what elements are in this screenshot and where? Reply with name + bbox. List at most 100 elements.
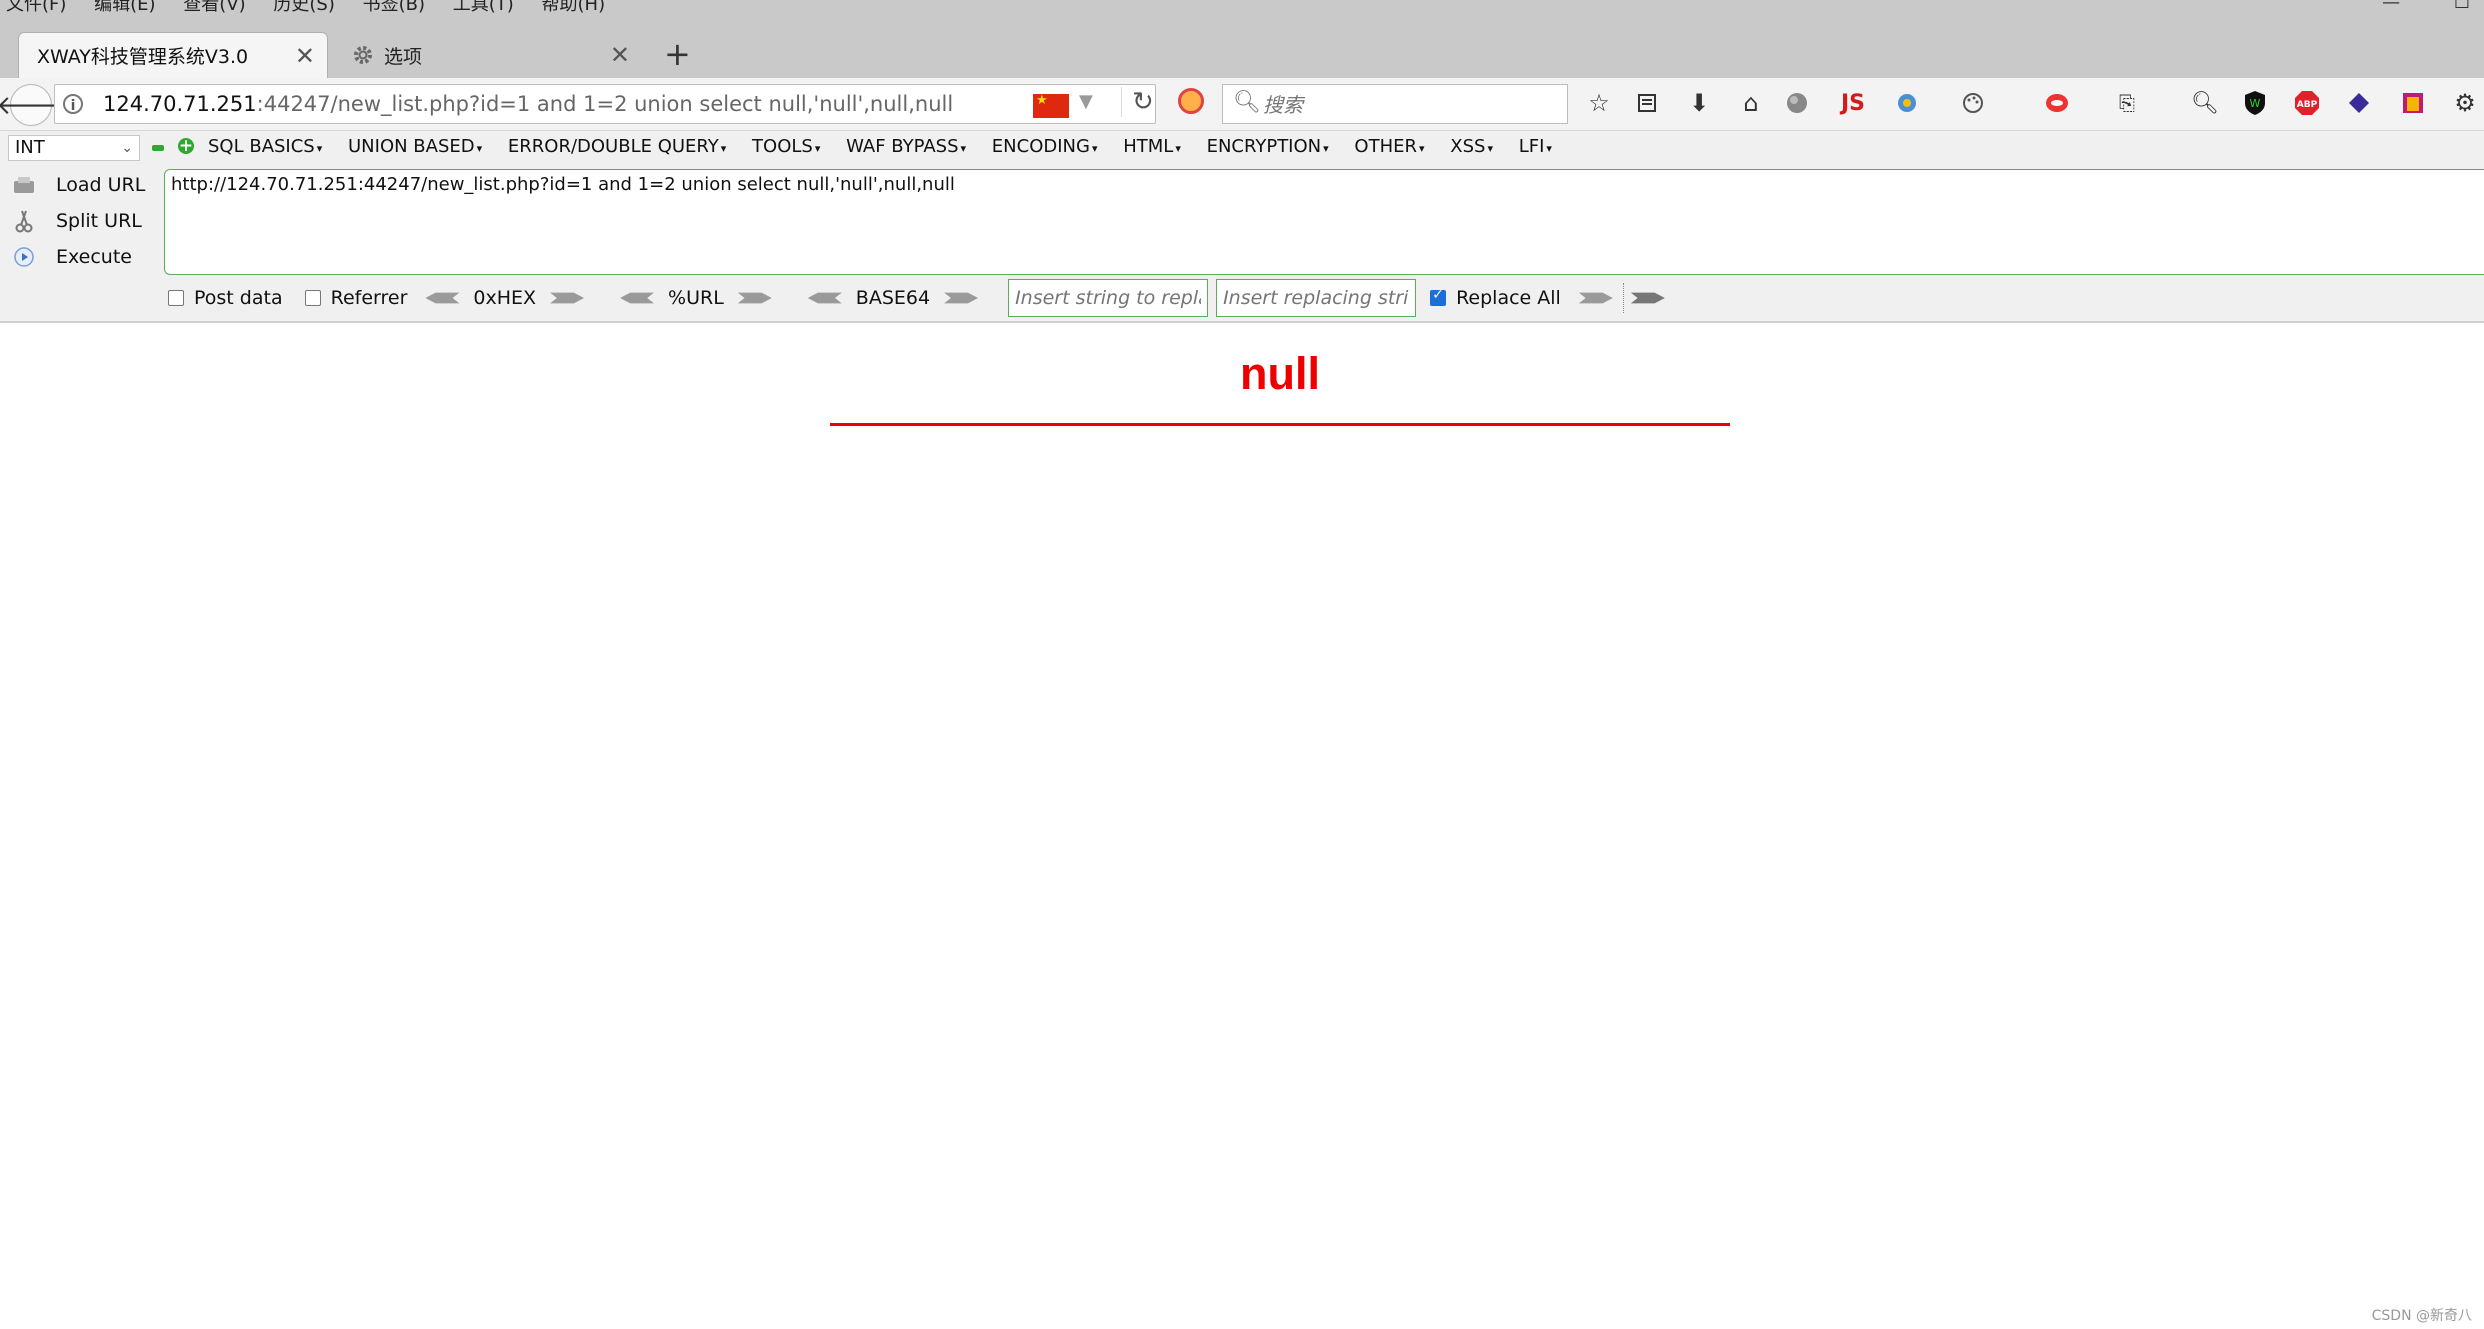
menu-tools[interactable]: TOOLS — [752, 136, 820, 157]
search-input[interactable] — [1261, 91, 1555, 119]
url-text[interactable]: 124.70.71.251:44247/new_list.php?id=1 an… — [103, 92, 953, 116]
menu-history[interactable]: 历史(S) — [273, 0, 334, 15]
hackbar-menu: SQL BASICS UNION BASED ERROR/DOUBLE QUER… — [208, 136, 1572, 157]
separator — [1622, 283, 1625, 313]
home-icon[interactable]: ⌂ — [1736, 88, 1766, 118]
menu-lfi[interactable]: LFI — [1519, 136, 1552, 157]
menu-html[interactable]: HTML — [1123, 136, 1181, 157]
screenshot-icon[interactable]: ⎘ — [2112, 88, 2142, 118]
palette-icon[interactable] — [1958, 88, 1988, 118]
reading-list-icon[interactable] — [1632, 88, 1662, 118]
split-url-label: Split URL — [56, 210, 142, 232]
hex-encoder: 0xHEX — [425, 287, 585, 309]
encode-hex-arrow-icon[interactable] — [550, 292, 585, 304]
replace-arrow-icon[interactable] — [1578, 292, 1613, 304]
title-underline — [830, 423, 1730, 426]
zoom-icon[interactable]: 🔍︎ — [2190, 88, 2220, 118]
hex-label: 0xHEX — [473, 287, 537, 309]
load-url-icon — [12, 173, 36, 197]
close-icon[interactable]: ✕ — [610, 41, 630, 69]
decode-hex-arrow-icon[interactable] — [425, 292, 460, 304]
colorzilla-icon[interactable] — [2042, 88, 2072, 118]
tab-options[interactable]: 选项 ✕ — [342, 32, 642, 78]
address-bar[interactable]: i 124.70.71.251:44247/new_list.php?id=1 … — [54, 84, 1156, 124]
encode-url-arrow-icon[interactable] — [737, 292, 772, 304]
execute-label: Execute — [56, 246, 132, 268]
menu-view[interactable]: 查看(V) — [183, 0, 245, 15]
minimize-button[interactable]: — — [2382, 0, 2400, 13]
post-data-checkbox[interactable] — [168, 290, 184, 306]
replace-all-checkbox[interactable] — [1430, 287, 1447, 306]
star-icon[interactable]: ☆ — [1584, 88, 1614, 118]
download-icon[interactable]: ⬇ — [1684, 88, 1714, 118]
execute-button[interactable]: Execute — [12, 241, 132, 273]
menu-xss[interactable]: XSS — [1450, 136, 1493, 157]
svg-text:W: W — [2250, 97, 2261, 110]
replace-next-arrow-icon[interactable] — [1630, 292, 1665, 304]
menu-error-double-query[interactable]: ERROR/DOUBLE QUERY — [508, 136, 726, 157]
cube-icon[interactable] — [2344, 88, 2374, 118]
menu-edit[interactable]: 编辑(E) — [94, 0, 155, 15]
referrer-label: Referrer — [330, 287, 408, 309]
menu-encryption[interactable]: ENCRYPTION — [1207, 136, 1329, 157]
menu-file[interactable]: 文件(F) — [6, 0, 66, 15]
tab-strip: 文件(F) 编辑(E) 查看(V) 历史(S) 书签(B) 工具(T) 帮助(H… — [0, 0, 2484, 78]
replacing-string-input[interactable] — [1216, 279, 1417, 317]
decrease-icon[interactable] — [152, 145, 164, 151]
adblock-icon[interactable]: ABP — [2292, 88, 2322, 118]
decode-base64-arrow-icon[interactable] — [807, 292, 842, 304]
menu-other[interactable]: OTHER — [1354, 136, 1424, 157]
menu-help[interactable]: 帮助(H) — [542, 0, 606, 15]
base64-encoder: BASE64 — [807, 287, 979, 309]
info-icon[interactable]: i — [63, 94, 83, 114]
play-icon — [12, 245, 36, 269]
increase-icon[interactable]: + — [178, 138, 194, 155]
split-url-button[interactable]: Split URL — [12, 205, 142, 237]
settings-icon[interactable]: ⚙ — [2450, 88, 2480, 118]
menu-waf-bypass[interactable]: WAF BYPASS — [846, 136, 966, 157]
base64-label: BASE64 — [855, 287, 931, 309]
js-icon[interactable]: JS — [1838, 88, 1868, 118]
tab-xway[interactable]: XWAY科技管理系统V3.0 ✕ — [18, 32, 328, 78]
url-host: 124.70.71.251 — [103, 92, 257, 116]
load-url-button[interactable]: Load URL — [12, 169, 145, 201]
watermark: CSDN @新奇八 — [2371, 1308, 2472, 1324]
tab-title: 选项 — [384, 45, 423, 68]
navigation-toolbar: 🡐 i 124.70.71.251:44247/new_list.php?id=… — [0, 78, 2484, 131]
load-url-label: Load URL — [56, 174, 146, 196]
search-bar[interactable]: 🔍︎ — [1222, 84, 1568, 124]
menu-bar: 文件(F) 编辑(E) 查看(V) 历史(S) 书签(B) 工具(T) 帮助(H… — [6, 0, 627, 15]
hackbar-icon[interactable] — [2398, 88, 2428, 118]
tab-title: XWAY科技管理系统V3.0 — [37, 46, 249, 68]
menu-encoding[interactable]: ENCODING — [992, 136, 1098, 157]
type-select[interactable]: INT ⌄ — [8, 135, 140, 161]
translate-icon[interactable] — [1892, 88, 1922, 118]
replace-string-input[interactable] — [1008, 279, 1209, 317]
scissors-icon — [12, 209, 36, 233]
window-controls: — ☐ — [2334, 0, 2470, 13]
globe-icon[interactable] — [1782, 88, 1812, 118]
encode-base64-arrow-icon[interactable] — [944, 292, 979, 304]
search-icon: 🔍︎ — [1233, 90, 1261, 115]
back-button[interactable]: 🡐 — [0, 84, 66, 126]
page-title: null — [1240, 348, 1320, 399]
url-encoder: %URL — [620, 287, 772, 309]
close-icon[interactable]: ✕ — [295, 42, 315, 70]
wappalyzer-icon[interactable]: W — [2240, 88, 2270, 118]
menu-union-based[interactable]: UNION BASED — [348, 136, 482, 157]
menu-tools[interactable]: 工具(T) — [453, 0, 514, 15]
menu-bookmarks[interactable]: 书签(B) — [363, 0, 425, 15]
china-flag-icon[interactable] — [1033, 93, 1069, 118]
noscript-icon[interactable] — [1178, 88, 1204, 114]
post-data-label: Post data — [194, 287, 283, 309]
menu-sql-basics[interactable]: SQL BASICS — [208, 136, 322, 157]
hackbar-panel: INT ⌄ + SQL BASICS UNION BASED ERROR/DOU… — [0, 131, 2484, 323]
decode-url-arrow-icon[interactable] — [620, 292, 655, 304]
reload-icon[interactable]: ↻ — [1121, 87, 1154, 117]
gear-icon — [354, 46, 372, 64]
maximize-button[interactable]: ☐ — [2454, 0, 2470, 13]
referrer-checkbox[interactable] — [304, 290, 321, 306]
new-tab-button[interactable]: + — [664, 34, 691, 74]
hackbar-url-textarea[interactable]: http://124.70.71.251:44247/new_list.php?… — [164, 169, 2484, 275]
chevron-down-icon[interactable]: ▼ — [1079, 91, 1093, 112]
